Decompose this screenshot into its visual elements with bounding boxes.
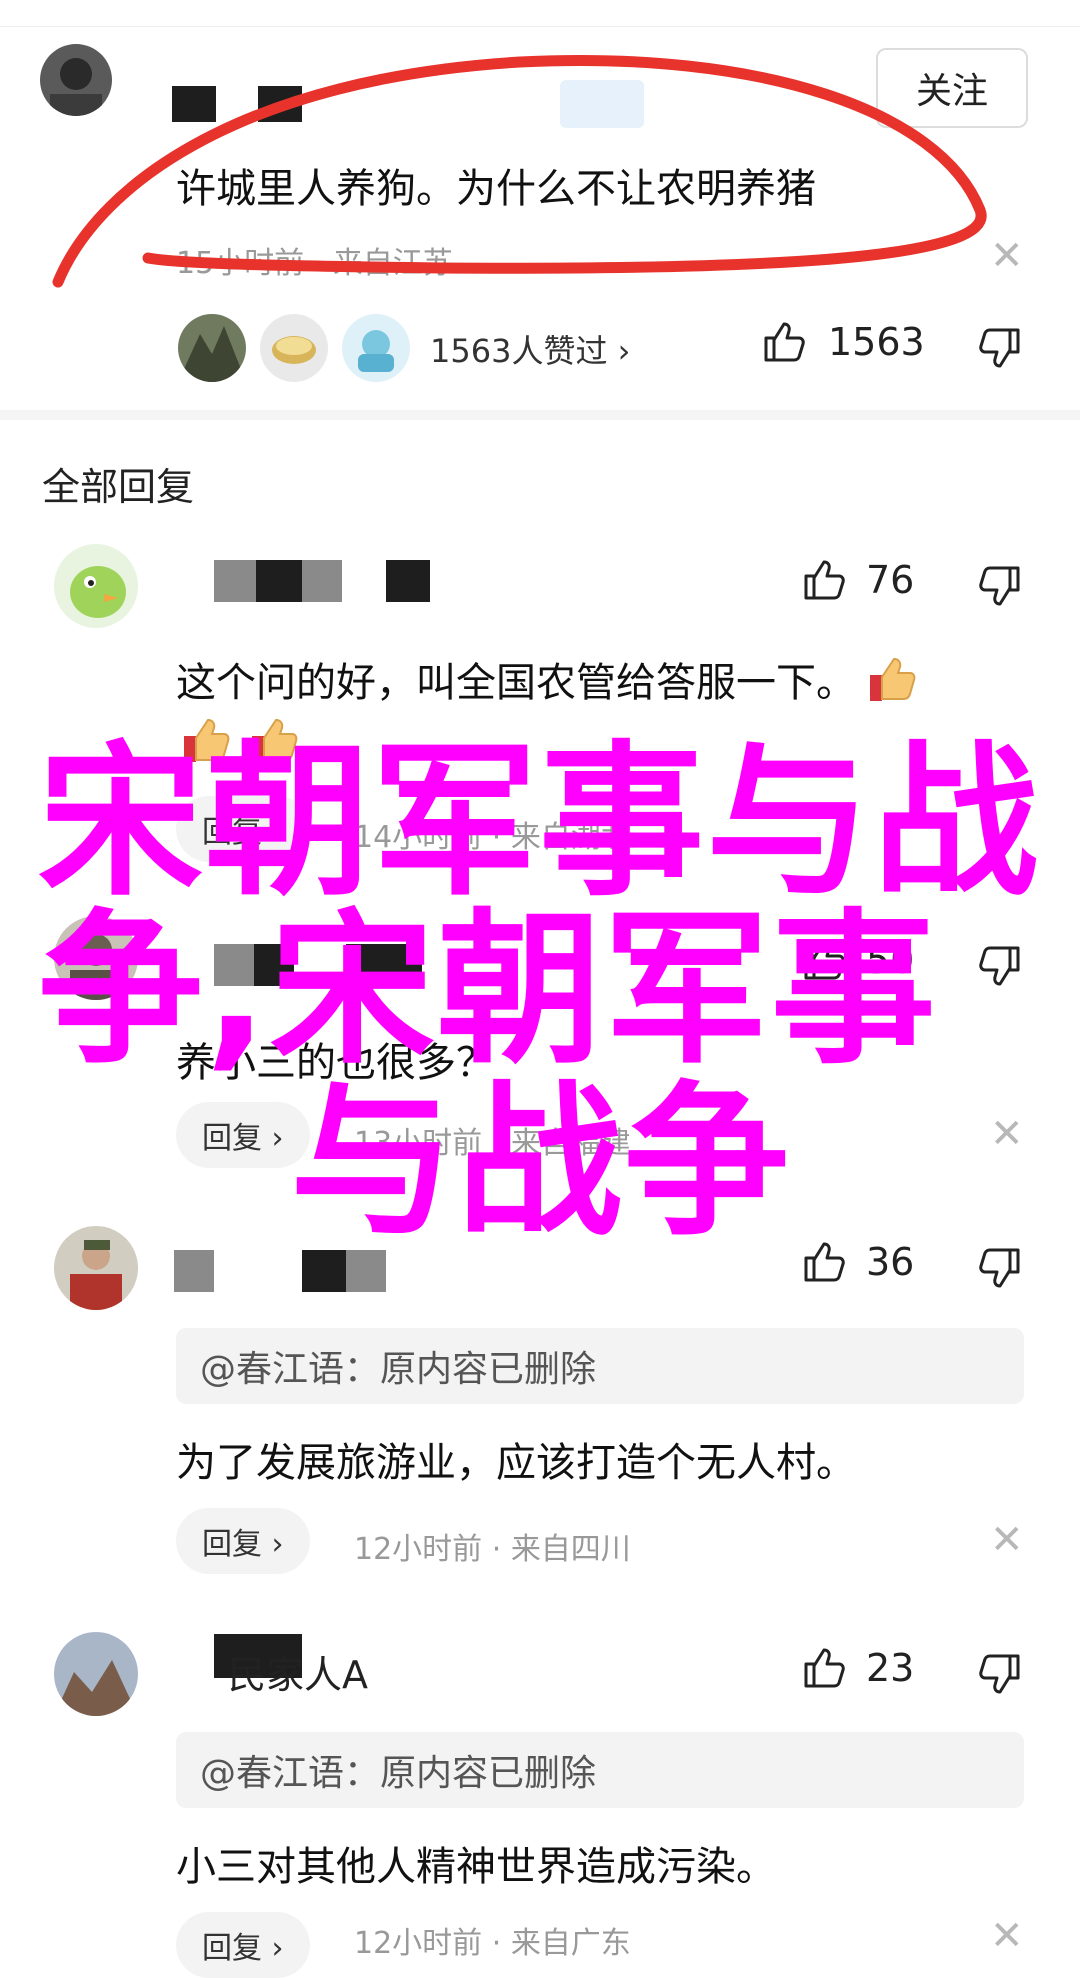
overlay-title-line-3: 与战争 — [290, 1066, 791, 1258]
meta-separator: · — [491, 1926, 511, 1961]
reply-name-redacted-3 — [302, 560, 342, 602]
reply-like-button[interactable]: 36 — [800, 1238, 914, 1286]
quoted-comment[interactable]: @春江语：原内容已删除 — [176, 1328, 1024, 1404]
likers-summary-link[interactable]: 1563人赞过 › — [430, 326, 630, 372]
reply-time: 12小时前 — [354, 1926, 483, 1961]
thumbs-up-icon — [764, 322, 805, 362]
thumbs-up-icon — [804, 1242, 845, 1282]
reply-like-button[interactable]: 23 — [800, 1644, 914, 1692]
reply-time: 12小时前 — [354, 1532, 483, 1567]
liker-avatar-3[interactable] — [340, 312, 412, 384]
reply-like-button[interactable]: 76 — [800, 556, 914, 604]
thumbs-up-emoji-icon — [870, 657, 916, 701]
quoted-comment[interactable]: @春江语：原内容已删除 — [176, 1732, 1024, 1808]
close-icon[interactable]: ✕ — [990, 1114, 1024, 1154]
reply-meta: 12小时前 · 来自四川 — [354, 1524, 631, 1568]
meta-separator: · — [491, 1532, 511, 1567]
thumbs-down-icon[interactable] — [976, 1650, 1024, 1698]
reply-location: 来自四川 — [510, 1532, 631, 1567]
reply-like-count: 36 — [866, 1240, 915, 1284]
reply-location: 来自广东 — [510, 1926, 631, 1961]
reply-text: 为了发展旅游业，应该打造个无人村。 — [176, 1440, 856, 1486]
reply-username: 民家人A — [228, 1653, 368, 1697]
thumbs-up-icon — [804, 1648, 845, 1688]
reply-name-redacted-4 — [386, 560, 430, 602]
close-icon[interactable]: ✕ — [990, 1916, 1024, 1956]
main-like-button[interactable]: 1563 — [760, 318, 925, 366]
reply-text: 小三对其他人精神世界造成污染。 — [176, 1844, 776, 1890]
reply-avatar[interactable] — [54, 1632, 138, 1716]
close-icon[interactable]: ✕ — [990, 1520, 1024, 1560]
thumbs-down-icon[interactable] — [976, 1244, 1024, 1292]
section-divider — [0, 410, 1080, 420]
reply-text: 这个问的好，叫全国农管给答服一下。 — [176, 650, 918, 708]
reply-like-count: 23 — [866, 1646, 915, 1690]
main-like-count: 1563 — [828, 320, 925, 364]
liker-avatar-1[interactable] — [176, 312, 248, 384]
reply-button[interactable]: 回复 › — [176, 1912, 310, 1978]
red-annotation-loop — [52, 54, 987, 288]
thumbs-up-icon — [804, 560, 845, 600]
reply-button[interactable]: 回复 › — [176, 1508, 310, 1574]
reply-meta: 12小时前 · 来自广东 — [354, 1918, 631, 1962]
reply-avatar[interactable] — [54, 1226, 138, 1310]
section-title: 全部回复 — [42, 465, 195, 509]
thumbs-down-icon[interactable] — [976, 562, 1024, 610]
reply-text-body: 这个问的好，叫全国农管给答服一下。 — [176, 660, 856, 706]
overlay-title-line-2: 争,宋朝军事 — [38, 894, 938, 1086]
thumbs-down-icon[interactable] — [976, 324, 1024, 372]
liker-avatar-2[interactable] — [258, 312, 330, 384]
reply-avatar[interactable] — [54, 544, 138, 628]
reply-name-redacted — [174, 1250, 214, 1292]
reply-name-redacted-2 — [256, 560, 302, 602]
overlay-title-line-1: 宋朝军事与战 — [38, 726, 1040, 918]
thumbs-down-icon[interactable] — [976, 942, 1024, 990]
reply-name-redacted — [214, 560, 256, 602]
reply-like-count: 76 — [866, 558, 915, 602]
